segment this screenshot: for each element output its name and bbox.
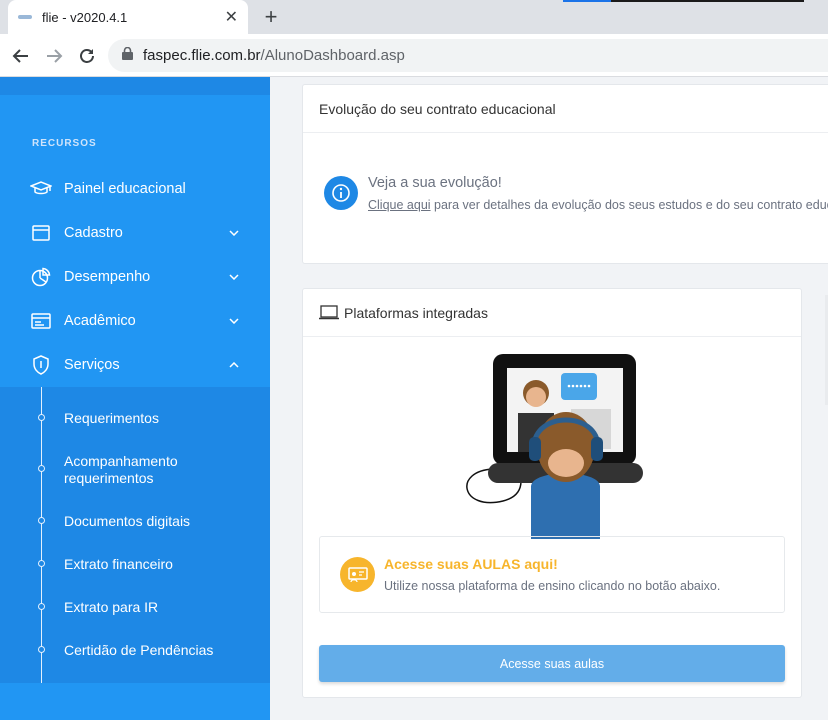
- submenu-item-requerimentos[interactable]: Requerimentos: [0, 408, 270, 430]
- sidebar-item-label: Acadêmico: [64, 313, 136, 329]
- evolution-description: Clique aqui para ver detalhes da evoluçã…: [368, 198, 828, 212]
- tree-dot-icon: [38, 517, 45, 524]
- submenu-item-certidao[interactable]: Certidão de Pendências: [0, 640, 270, 662]
- browser-tab[interactable]: flie - v2020.4.1 ✕: [8, 0, 248, 34]
- sidebar-item-servicos[interactable]: Serviços: [0, 343, 270, 387]
- submenu-item-documentos[interactable]: Documentos digitais: [0, 511, 270, 533]
- chevron-up-icon: [228, 362, 240, 368]
- sidebar-section-label: RECURSOS: [32, 138, 97, 149]
- submenu-item-label: Acompanhamento requerimentos: [64, 453, 178, 486]
- browser-toolbar: faspec.flie.com.br/AlunoDashboard.asp: [0, 34, 828, 77]
- pie-chart-icon: [30, 266, 52, 288]
- submenu-item-extrato-ir[interactable]: Extrato para IR: [0, 597, 270, 619]
- window-icon: [30, 222, 52, 244]
- chevron-down-icon: [228, 274, 240, 280]
- submenu-item-label: Certidão de Pendências: [64, 642, 214, 658]
- servicos-submenu: Requerimentos Acompanhamento requeriment…: [0, 387, 270, 683]
- tab-title: flie - v2020.4.1: [42, 9, 128, 25]
- aulas-notice: Acesse suas AULAS aqui! Utilize nossa pl…: [319, 536, 785, 613]
- address-bar[interactable]: faspec.flie.com.br/AlunoDashboard.asp: [108, 39, 828, 72]
- sidebar-item-cadastro[interactable]: Cadastro: [0, 211, 270, 255]
- sidebar-item-academico[interactable]: Acadêmico: [0, 299, 270, 343]
- sidebar-item-desempenho[interactable]: Desempenho: [0, 255, 270, 299]
- submenu-item-label: Extrato para IR: [64, 599, 159, 615]
- online-class-illustration: [463, 351, 643, 539]
- notice-title: Acesse suas AULAS aqui!: [384, 556, 558, 572]
- chevron-down-icon: [228, 230, 240, 236]
- sidebar-top-strip: [0, 77, 270, 95]
- sidebar-item-label: Desempenho: [64, 269, 151, 285]
- info-icon: [324, 176, 358, 210]
- evolution-heading: Veja a sua evolução!: [368, 175, 502, 191]
- integrated-platforms-card: Plataformas integradas Acesse suas AULAS…: [302, 288, 802, 698]
- sidebar-item-painel[interactable]: Painel educacional: [0, 167, 270, 211]
- chevron-down-icon: [228, 318, 240, 324]
- sidebar-item-label: Cadastro: [64, 225, 123, 241]
- sidebar-item-label: Serviços: [64, 357, 120, 373]
- sidebar-item-label: Painel educacional: [64, 181, 186, 197]
- back-arrow-icon[interactable]: [9, 44, 33, 68]
- url-path: /AlunoDashboard.asp: [260, 47, 405, 64]
- browser-tab-bar: flie - v2020.4.1 ✕ +: [0, 0, 828, 34]
- laptop-icon: [319, 305, 339, 320]
- evolution-description-text: para ver detalhes da evolução dos seus e…: [434, 198, 828, 212]
- url-text: faspec.flie.com.br/AlunoDashboard.asp: [143, 47, 405, 64]
- favicon-icon: [18, 12, 32, 22]
- tree-dot-icon: [38, 560, 45, 567]
- tab-strip-accent-blue: [563, 0, 611, 2]
- card-title: Plataformas integradas: [344, 304, 488, 321]
- graduation-cap-icon: [30, 178, 52, 200]
- contract-evolution-card: Evolução do seu contrato educacional Vej…: [302, 84, 828, 264]
- submenu-item-acompanhamento[interactable]: Acompanhamento requerimentos: [0, 451, 270, 491]
- tree-dot-icon: [38, 603, 45, 610]
- submenu-item-label: Requerimentos: [64, 410, 159, 426]
- presentation-board-icon: [340, 557, 375, 592]
- id-card-icon: [30, 310, 52, 332]
- lock-icon: [122, 46, 133, 65]
- sidebar: RECURSOS Painel educacional Cadastro Des…: [0, 77, 270, 720]
- tab-close-icon[interactable]: ✕: [225, 7, 238, 27]
- url-domain: faspec.flie.com.br: [143, 47, 261, 64]
- acesse-aulas-button[interactable]: Acesse suas aulas: [319, 645, 785, 682]
- card-header: Plataformas integradas: [303, 289, 801, 337]
- clique-aqui-link[interactable]: Clique aqui: [368, 198, 431, 212]
- submenu-item-extrato-financeiro[interactable]: Extrato financeiro: [0, 554, 270, 576]
- submenu-tree-line: [41, 387, 42, 683]
- submenu-item-label: Extrato financeiro: [64, 556, 173, 572]
- tree-dot-icon: [38, 465, 45, 472]
- shield-icon: [30, 354, 52, 376]
- card-title: Evolução do seu contrato educacional: [303, 85, 828, 133]
- tree-dot-icon: [38, 414, 45, 421]
- submenu-item-label: Documentos digitais: [64, 513, 191, 529]
- notice-text: Utilize nossa plataforma de ensino clica…: [384, 579, 721, 593]
- reload-icon[interactable]: [75, 44, 99, 68]
- tree-dot-icon: [38, 646, 45, 653]
- forward-arrow-icon[interactable]: [42, 44, 66, 68]
- new-tab-button[interactable]: +: [260, 4, 282, 30]
